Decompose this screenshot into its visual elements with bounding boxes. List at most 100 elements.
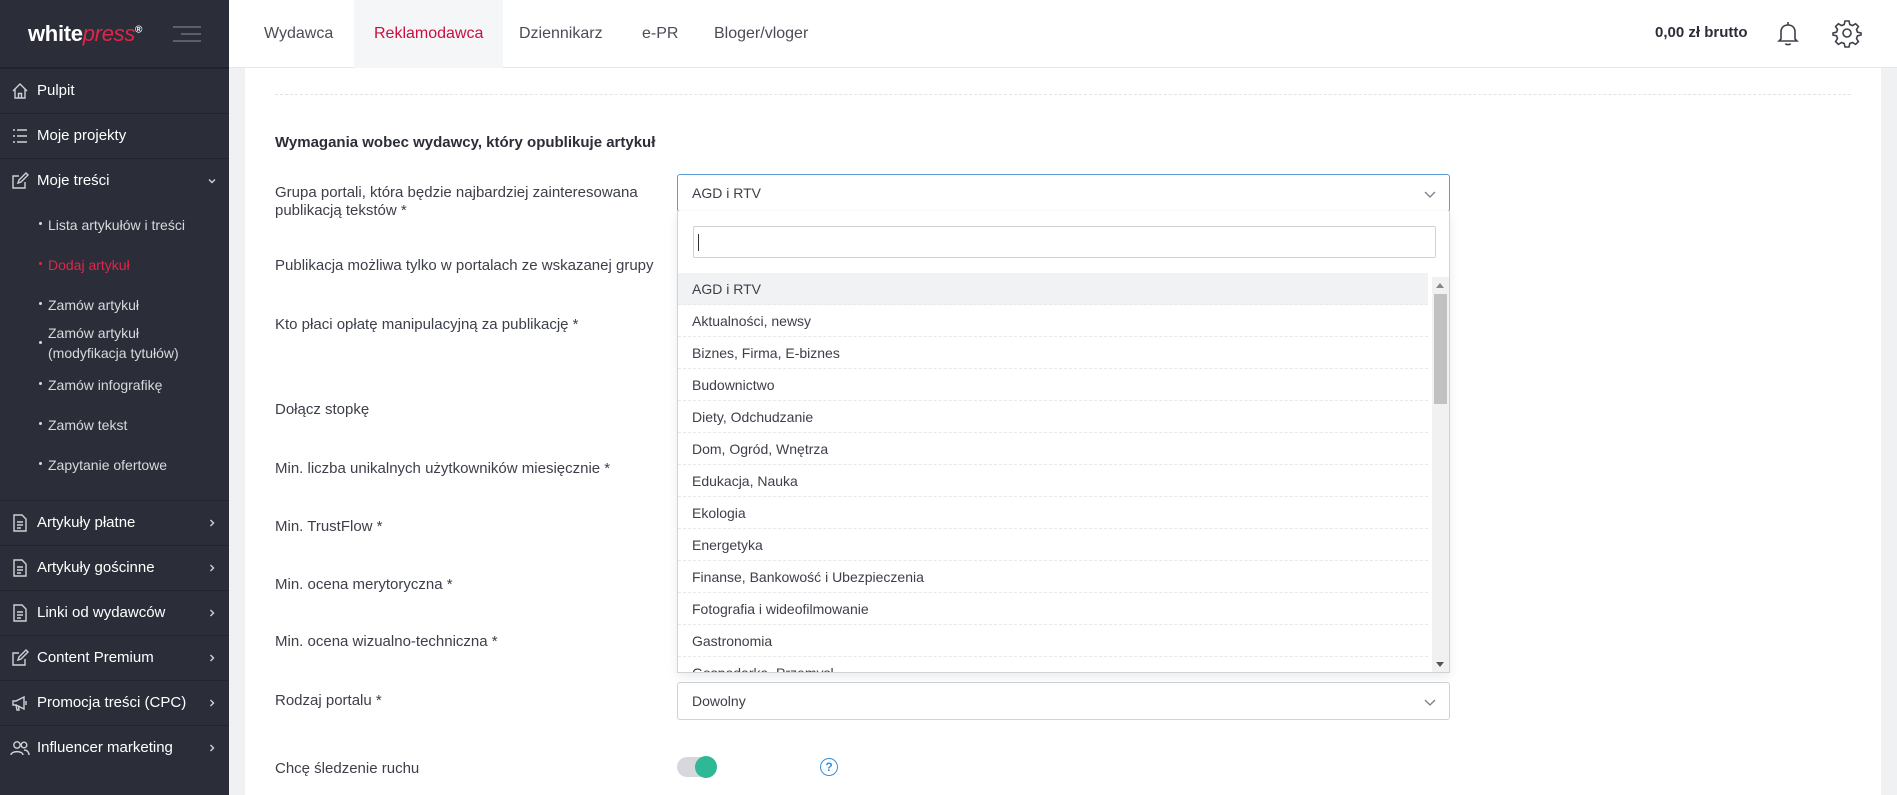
- bullet-icon: [39, 422, 42, 425]
- dropdown-option[interactable]: Budownictwo: [678, 369, 1428, 401]
- dropdown-option[interactable]: Ekologia: [678, 497, 1428, 529]
- bullet-icon: [39, 341, 42, 344]
- logo-text: whitepress®: [28, 20, 143, 46]
- bullet-icon: [39, 462, 42, 465]
- form-card: Wymagania wobec wydawcy, który opublikuj…: [245, 68, 1881, 795]
- bullet-icon: [39, 382, 42, 385]
- label-portal-type: Rodzaj portalu *: [275, 692, 382, 709]
- tracking-toggle[interactable]: [677, 756, 717, 778]
- sidebar-subitem-zamow-infografike[interactable]: Zamów infografikę: [0, 375, 229, 395]
- bullet-icon: [39, 302, 42, 305]
- scroll-down-icon[interactable]: [1436, 662, 1444, 667]
- dropdown-option[interactable]: Finanse, Bankowość i Ubezpieczenia: [678, 561, 1428, 593]
- sidebar-item-artykuly-goscinne[interactable]: Artykuły gościnne: [0, 545, 229, 589]
- edit-icon: [10, 171, 30, 191]
- top-bar: Wydawca Reklamodawca Dziennikarz e-PR Bl…: [229, 0, 1897, 68]
- dropdown-option[interactable]: Fotografia i wideofilmowanie: [678, 593, 1428, 625]
- dropdown-option[interactable]: AGD i RTV: [678, 273, 1428, 305]
- label-footer: Dołącz stopkę: [275, 401, 370, 418]
- chevron-right-icon: [207, 605, 217, 622]
- dropdown-scrollbar[interactable]: [1432, 277, 1449, 672]
- account-balance[interactable]: 0,00 zł brutto: [1655, 24, 1748, 41]
- sidebar-item-projekty[interactable]: Moje projekty: [0, 113, 229, 157]
- chevron-down-icon: [1423, 187, 1437, 204]
- dropdown-option[interactable]: Gastronomia: [678, 625, 1428, 657]
- dropdown-search-input[interactable]: [693, 226, 1436, 258]
- sidebar-item-label: Influencer marketing: [37, 739, 173, 756]
- sidebar-item-label: Content Premium: [37, 649, 154, 666]
- tab-e-pr[interactable]: e-PR: [642, 0, 678, 68]
- chevron-right-icon: [207, 560, 217, 577]
- document-icon: [10, 603, 30, 623]
- chevron-right-icon: [207, 515, 217, 532]
- bullet-icon: [39, 222, 42, 225]
- portal-group-dropdown: AGD i RTV Aktualności, newsy Biznes, Fir…: [677, 211, 1450, 673]
- users-icon: [10, 738, 30, 758]
- dropdown-options: AGD i RTV Aktualności, newsy Biznes, Fir…: [678, 273, 1428, 673]
- sidebar-item-label: Moje projekty: [37, 127, 127, 144]
- chevron-right-icon: [207, 740, 217, 757]
- sidebar-item-label: Artykuły gościnne: [37, 559, 155, 576]
- sidebar-item-content-premium[interactable]: Content Premium: [0, 635, 229, 679]
- bell-icon[interactable]: [1773, 18, 1803, 48]
- sidebar-item-influencer[interactable]: Influencer marketing: [0, 725, 229, 769]
- label-who-pays: Kto płaci opłatę manipulacyjną za publik…: [275, 316, 579, 333]
- megaphone-icon: [10, 693, 30, 713]
- tab-bloger-vloger[interactable]: Bloger/vloger: [714, 0, 808, 68]
- gear-icon[interactable]: [1832, 18, 1862, 48]
- edit-icon: [10, 648, 30, 668]
- portal-group-select[interactable]: AGD i RTV: [677, 174, 1450, 212]
- toggle-knob: [695, 756, 717, 778]
- scroll-up-icon[interactable]: [1436, 283, 1444, 288]
- document-icon: [10, 513, 30, 533]
- portal-type-select[interactable]: Dowolny: [677, 682, 1450, 720]
- dropdown-option[interactable]: Gospodarka, Przemysł: [678, 657, 1428, 673]
- divider: [275, 94, 1851, 95]
- portal-group-value: AGD i RTV: [692, 185, 761, 201]
- label-min-users: Min. liczba unikalnych użytkowników mies…: [275, 460, 611, 477]
- sidebar-subitem-zamow-artykul-modyfikacja[interactable]: Zamów artykuł (modyfikacja tytułów): [0, 323, 229, 363]
- scrollbar-thumb[interactable]: [1434, 294, 1447, 404]
- bullet-icon: [39, 262, 42, 265]
- label-only-group: Publikacja możliwa tylko w portalach ze …: [275, 257, 654, 274]
- dropdown-option[interactable]: Edukacja, Nauka: [678, 465, 1428, 497]
- section-title: Wymagania wobec wydawcy, który opublikuj…: [275, 134, 656, 151]
- sidebar-subitem-lista[interactable]: Lista artykułów i treści: [0, 215, 229, 235]
- tab-dziennikarz[interactable]: Dziennikarz: [519, 0, 603, 68]
- sidebar-item-label: Promocja treści (CPC): [37, 694, 187, 711]
- home-icon: [10, 81, 30, 101]
- sidebar-item-moje-tresci[interactable]: Moje treści: [0, 158, 229, 202]
- portal-type-value: Dowolny: [692, 693, 746, 709]
- chevron-right-icon: [207, 650, 217, 667]
- sidebar-subitem-zamow-tekst[interactable]: Zamów tekst: [0, 415, 229, 435]
- label-portal-group: Grupa portali, która będzie najbardziej …: [275, 184, 638, 219]
- dropdown-option[interactable]: Biznes, Firma, E-biznes: [678, 337, 1428, 369]
- dropdown-option[interactable]: Energetyka: [678, 529, 1428, 561]
- sidebar-item-label: Artykuły płatne: [37, 514, 136, 531]
- chevron-right-icon: [207, 695, 217, 712]
- dropdown-option[interactable]: Aktualności, newsy: [678, 305, 1428, 337]
- document-icon: [10, 558, 30, 578]
- sidebar-subitem-dodaj-artykul[interactable]: Dodaj artykuł: [0, 255, 229, 275]
- label-min-visual: Min. ocena wizualno-techniczna *: [275, 633, 498, 650]
- tab-wydawca[interactable]: Wydawca: [264, 0, 333, 68]
- sidebar-item-linki[interactable]: Linki od wydawców: [0, 590, 229, 634]
- sidebar-item-artykuly-platne[interactable]: Artykuły płatne: [0, 500, 229, 544]
- dropdown-option[interactable]: Diety, Odchudzanie: [678, 401, 1428, 433]
- sidebar-subitem-zapytanie-ofertowe[interactable]: Zapytanie ofertowe: [0, 455, 229, 475]
- tab-reklamodawca[interactable]: Reklamodawca: [354, 0, 504, 68]
- label-tracking: Chcę śledzenie ruchu: [275, 760, 420, 777]
- text-caret: [698, 234, 699, 251]
- sidebar-item-label: Linki od wydawców: [37, 604, 166, 621]
- label-min-merit: Min. ocena merytoryczna *: [275, 576, 453, 593]
- help-icon[interactable]: ?: [820, 758, 838, 776]
- sidebar-item-label: Pulpit: [37, 82, 75, 99]
- sidebar-item-pulpit[interactable]: Pulpit: [0, 68, 229, 112]
- dropdown-option[interactable]: Dom, Ogród, Wnętrza: [678, 433, 1428, 465]
- sidebar-subitem-zamow-artykul[interactable]: Zamów artykuł: [0, 295, 229, 315]
- chevron-down-icon: [1423, 695, 1437, 712]
- menu-toggle-icon[interactable]: [173, 26, 201, 47]
- sidebar-item-promocja[interactable]: Promocja treści (CPC): [0, 680, 229, 724]
- chevron-down-icon: [207, 173, 217, 190]
- list-icon: [10, 126, 30, 146]
